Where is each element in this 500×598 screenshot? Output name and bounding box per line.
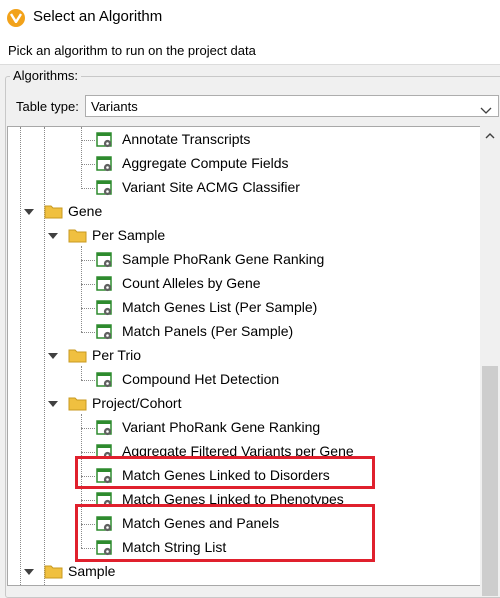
folder-icon [68, 229, 87, 243]
highlight-box-panels-string-list [75, 504, 375, 562]
chevron-down-icon [480, 102, 492, 120]
folder-icon [44, 565, 63, 579]
expand-arrow-icon[interactable] [24, 209, 34, 215]
algorithms-group-label: Algorithms: [10, 68, 82, 83]
tree-item-label: Variant PhoRank Gene Ranking [122, 419, 321, 435]
instruction-text: Pick an algorithm to run on the project … [8, 43, 256, 58]
tree-item-label: Gene [68, 203, 103, 219]
algorithm-gear-icon [96, 252, 112, 268]
tree-item-label: Aggregate Compute Fields [122, 155, 289, 171]
algorithm-gear-icon [96, 156, 112, 172]
expand-arrow-icon[interactable] [24, 569, 34, 575]
tree-item-label: Match Genes List (Per Sample) [122, 299, 318, 315]
tree-item-label: Match Panels (Per Sample) [122, 323, 294, 339]
tree-item-label: Sample [68, 563, 116, 579]
tree-item-label: Per Trio [92, 347, 142, 363]
highlight-box-disorders [75, 456, 375, 489]
tree-scrollbar[interactable] [480, 126, 500, 596]
tree-item-label: Annotate Transcripts [122, 131, 251, 147]
tree-item-label: Count Alleles by Gene [122, 275, 261, 291]
scroll-up-icon[interactable] [480, 126, 500, 146]
tree-item-label: Variant Site ACMG Classifier [122, 179, 300, 195]
tree-item-label: Per Sample [92, 227, 166, 243]
folder-icon [68, 397, 87, 411]
algorithm-gear-icon [96, 276, 112, 292]
algorithm-gear-icon [96, 372, 112, 388]
scrollbar-thumb[interactable] [482, 366, 498, 596]
algorithm-gear-icon [96, 420, 112, 436]
window-title: Select an Algorithm [33, 8, 163, 25]
folder-icon [68, 349, 87, 363]
algorithm-gear-icon [96, 180, 112, 196]
tree-item-label: Compound Het Detection [122, 371, 280, 387]
expand-arrow-icon[interactable] [48, 233, 58, 239]
tree-item-label: Project/Cohort [92, 395, 182, 411]
dialog-header: Pick an algorithm to run on the project … [0, 36, 500, 65]
title-bar: Select an Algorithm [0, 0, 500, 36]
algorithm-gear-icon [96, 300, 112, 316]
table-type-value: Variants [91, 99, 138, 114]
expand-arrow-icon[interactable] [48, 353, 58, 359]
table-type-label: Table type: [16, 99, 79, 114]
tree-item-label: Sample PhoRank Gene Ranking [122, 251, 325, 267]
expand-arrow-icon[interactable] [48, 401, 58, 407]
app-logo-icon [7, 9, 25, 27]
folder-icon [44, 205, 63, 219]
table-type-select[interactable]: Variants [85, 95, 499, 117]
algorithm-gear-icon [96, 324, 112, 340]
algorithm-gear-icon [96, 132, 112, 148]
